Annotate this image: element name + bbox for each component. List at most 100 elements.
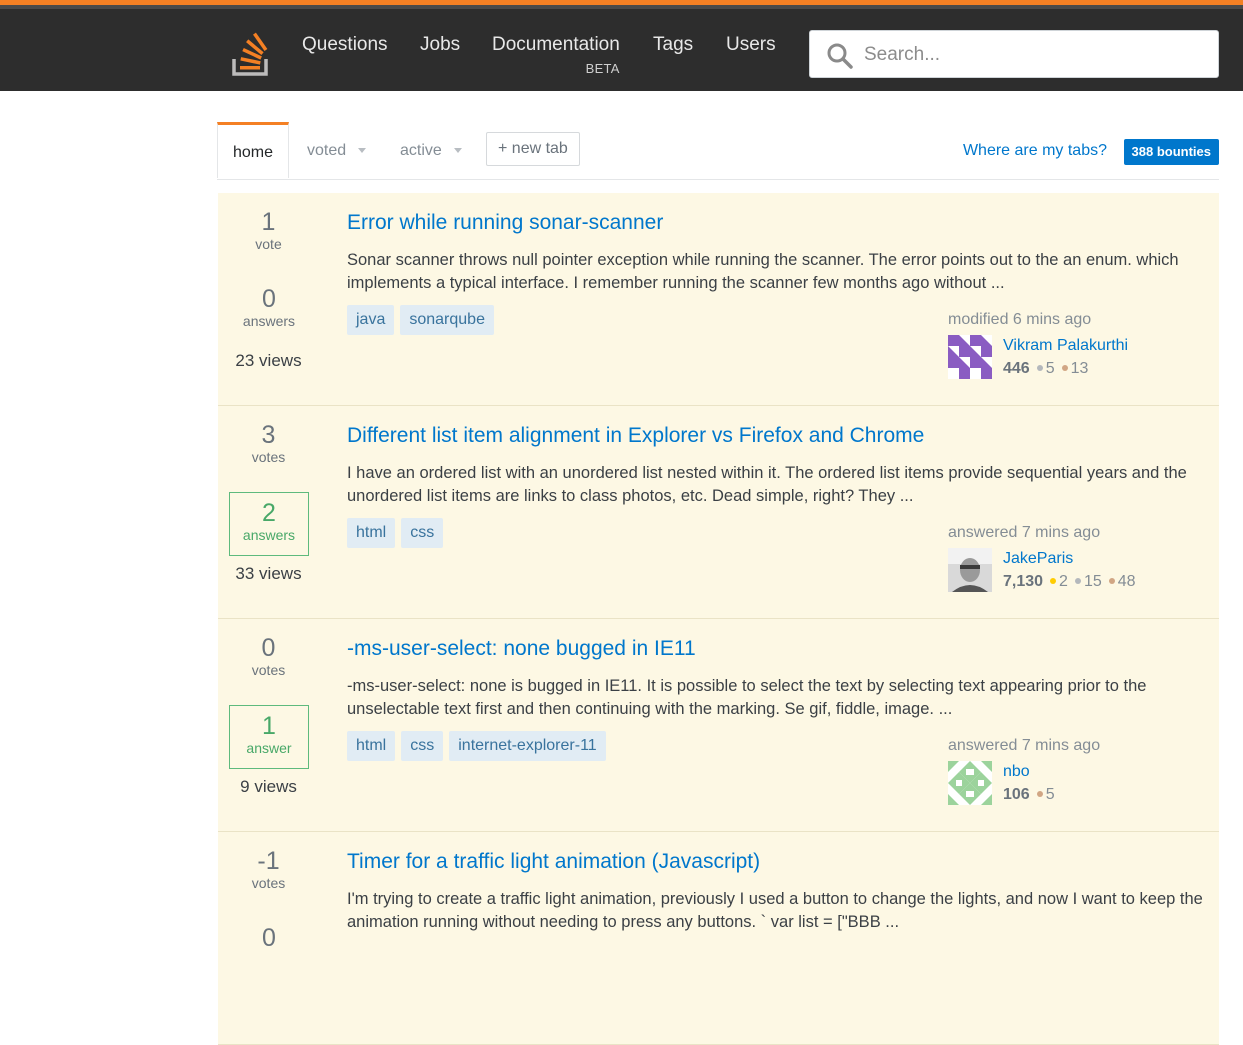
search-input[interactable] bbox=[862, 39, 1206, 71]
tab-active-label: active bbox=[400, 142, 442, 159]
bronze-count: 48 bbox=[1117, 573, 1136, 590]
tab-voted[interactable]: voted bbox=[307, 122, 367, 179]
silver-badge-icon bbox=[1074, 577, 1081, 584]
vote-number: -1 bbox=[257, 847, 280, 875]
view-count: 23 views bbox=[235, 351, 302, 370]
caret-down-icon bbox=[453, 148, 462, 154]
tag-list: java sonarqube bbox=[347, 305, 500, 335]
nav-documentation-label: Documentation bbox=[492, 34, 620, 55]
user-reputation: 446 5 13 bbox=[1003, 360, 1088, 378]
tab-home[interactable]: home bbox=[217, 122, 289, 178]
avatar[interactable] bbox=[948, 335, 992, 379]
vote-label: votes bbox=[251, 875, 286, 891]
where-are-my-tabs-link[interactable]: Where are my tabs? bbox=[963, 142, 1107, 160]
question-excerpt: I'm trying to create a traffic light ani… bbox=[347, 890, 1203, 931]
top-bar: Questions Jobs Documentation BETA Tags U… bbox=[0, 0, 1243, 91]
silver-count: 15 bbox=[1083, 573, 1102, 590]
vote-label: votes bbox=[251, 449, 286, 465]
beta-badge: BETA bbox=[585, 61, 620, 76]
vote-number: 3 bbox=[261, 421, 276, 449]
vote-label: vote bbox=[255, 236, 282, 252]
question-list: 1 vote 0 answers 23 views Error while ru… bbox=[218, 193, 1219, 1045]
answer-number: 1 bbox=[262, 712, 276, 740]
question-summary: 1 vote 0 answers 23 views Error while ru… bbox=[218, 193, 1219, 406]
nav-tags[interactable]: Tags bbox=[653, 34, 693, 56]
tag-list: html css bbox=[347, 518, 449, 548]
avatar[interactable] bbox=[948, 761, 992, 805]
vote-label: votes bbox=[251, 662, 286, 678]
reputation-score: 106 bbox=[1003, 786, 1030, 803]
user-reputation: 7,130 2 15 48 bbox=[1003, 573, 1136, 591]
activity-time: answered 7 mins ago bbox=[948, 737, 1101, 754]
vote-number: 1 bbox=[261, 208, 276, 236]
answer-label: answer bbox=[246, 740, 292, 756]
bronze-badge-icon bbox=[1036, 790, 1043, 797]
bounties-badge[interactable]: 388 bounties bbox=[1123, 139, 1219, 165]
user-info: modified 6 mins ago Vikram Palakurthi 44… bbox=[948, 311, 1218, 379]
user-reputation: 106 5 bbox=[1003, 786, 1055, 804]
nav-jobs[interactable]: Jobs bbox=[420, 34, 460, 56]
tab-active[interactable]: active bbox=[400, 122, 462, 179]
tag-internet-explorer-11[interactable]: internet-explorer-11 bbox=[449, 731, 606, 761]
question-excerpt: -ms-user-select: none is bugged in IE11.… bbox=[347, 677, 1147, 718]
bronze-count: 13 bbox=[1070, 360, 1089, 377]
vote-count: 0 votes bbox=[218, 634, 319, 678]
tag-css[interactable]: css bbox=[401, 731, 444, 761]
answer-label: answers bbox=[242, 313, 296, 329]
tag-sonarqube[interactable]: sonarqube bbox=[400, 305, 494, 335]
gold-count: 2 bbox=[1059, 573, 1068, 590]
answer-number: 0 bbox=[262, 924, 276, 952]
nav-users[interactable]: Users bbox=[726, 34, 776, 56]
question-excerpt: Sonar scanner throws null pointer except… bbox=[347, 251, 1179, 292]
reputation-score: 446 bbox=[1003, 360, 1030, 377]
question-title-link[interactable]: Timer for a traffic light animation (Jav… bbox=[347, 850, 760, 874]
nav-documentation[interactable]: Documentation BETA bbox=[492, 34, 620, 76]
question-title-link[interactable]: -ms-user-select: none bugged in IE11 bbox=[347, 637, 696, 661]
vote-count: 3 votes bbox=[218, 421, 319, 465]
question-summary: -1 votes 0 Timer for a traffic light ani… bbox=[218, 832, 1219, 1045]
vote-count: -1 votes bbox=[218, 847, 319, 891]
reputation-score: 7,130 bbox=[1003, 573, 1044, 590]
user-name-link[interactable]: nbo bbox=[1003, 763, 1030, 781]
gold-badge-icon bbox=[1050, 577, 1057, 584]
tag-java[interactable]: java bbox=[347, 305, 395, 335]
silver-badge-icon bbox=[1036, 364, 1043, 371]
user-info: answered 7 mins ago nbo 106 5 bbox=[948, 737, 1218, 805]
bronze-badge-icon bbox=[1108, 577, 1115, 584]
question-title-link[interactable]: Different list item alignment in Explore… bbox=[347, 424, 924, 448]
bronze-count: 5 bbox=[1045, 786, 1055, 803]
user-info: answered 7 mins ago JakeParis 7,130 2 15 48 bbox=[948, 524, 1218, 592]
search-box[interactable] bbox=[809, 30, 1219, 78]
answer-number: 2 bbox=[262, 499, 276, 527]
tag-css[interactable]: css bbox=[401, 518, 444, 548]
bronze-badge-icon bbox=[1061, 364, 1068, 371]
answer-number: 0 bbox=[262, 285, 276, 313]
tag-html[interactable]: html bbox=[347, 731, 396, 761]
answer-count: 2 answers bbox=[229, 492, 309, 556]
nav-questions[interactable]: Questions bbox=[302, 34, 388, 56]
tab-voted-label: voted bbox=[307, 142, 347, 159]
vote-number: 0 bbox=[261, 634, 276, 662]
question-tabs: home voted active + new tab Where are my… bbox=[217, 122, 1219, 180]
search-icon bbox=[827, 43, 853, 69]
caret-down-icon bbox=[358, 148, 367, 154]
new-tab-button[interactable]: + new tab bbox=[486, 132, 580, 166]
answer-label: answers bbox=[242, 527, 296, 543]
vote-count: 1 vote bbox=[218, 208, 319, 252]
user-name-link[interactable]: Vikram Palakurthi bbox=[1003, 337, 1128, 355]
user-name-link[interactable]: JakeParis bbox=[1003, 550, 1073, 568]
question-summary: 3 votes 2 answers 33 views Different lis… bbox=[218, 406, 1219, 619]
answer-count: 1 answer bbox=[229, 705, 309, 769]
view-count: 9 views bbox=[240, 777, 297, 796]
question-title-link[interactable]: Error while running sonar-scanner bbox=[347, 211, 663, 235]
tag-html[interactable]: html bbox=[347, 518, 396, 548]
stack-overflow-logo-icon[interactable] bbox=[231, 31, 271, 77]
answer-count: 0 bbox=[229, 918, 309, 982]
avatar[interactable] bbox=[948, 548, 992, 592]
activity-time: modified 6 mins ago bbox=[948, 311, 1092, 328]
tag-list: html css internet-explorer-11 bbox=[347, 731, 612, 761]
question-excerpt: I have an ordered list with an unordered… bbox=[347, 464, 1187, 505]
activity-time: answered 7 mins ago bbox=[948, 524, 1101, 541]
silver-count: 5 bbox=[1045, 360, 1055, 377]
view-count: 33 views bbox=[235, 564, 302, 583]
